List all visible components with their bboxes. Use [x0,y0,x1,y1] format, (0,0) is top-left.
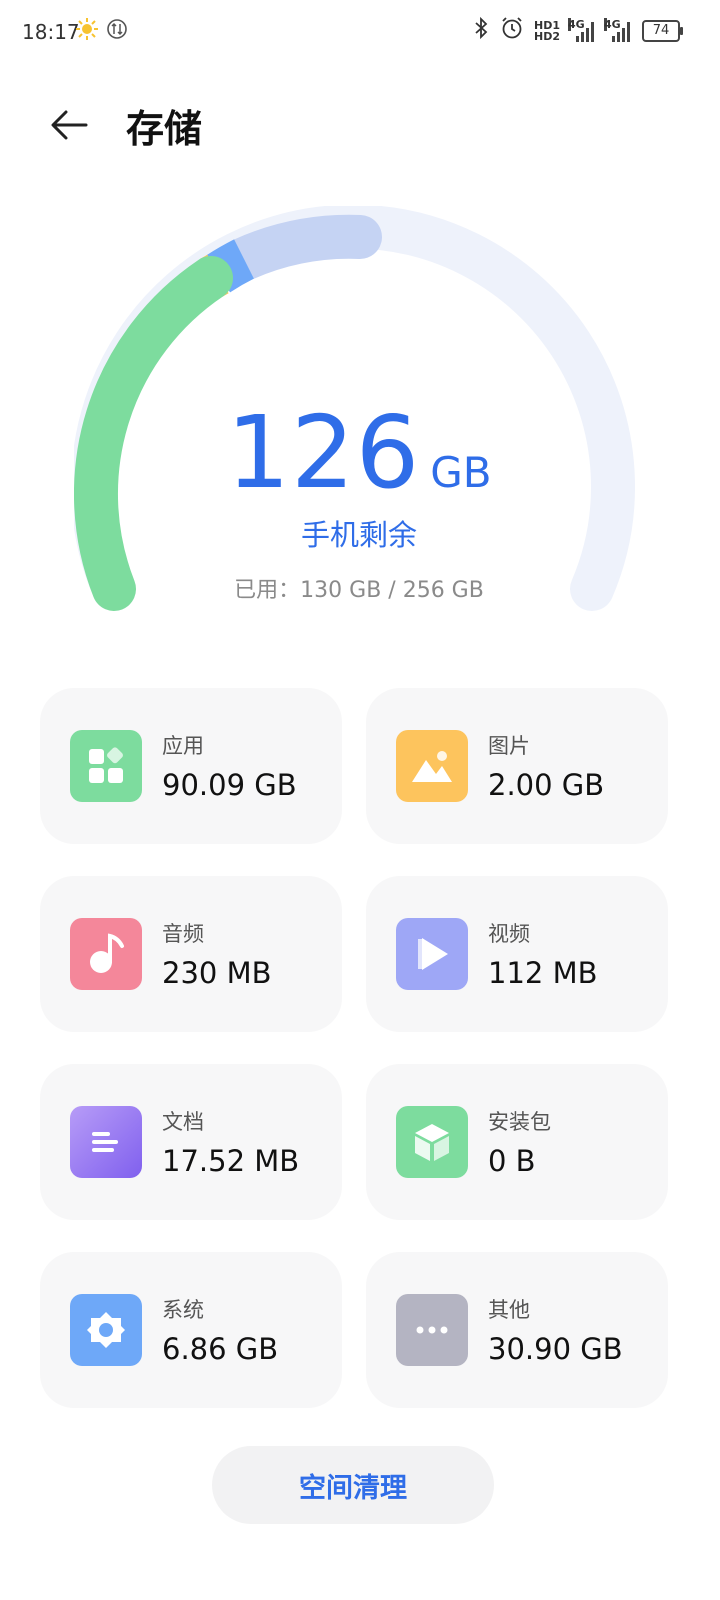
category-name: 系统 [162,1298,204,1322]
category-size: 0 B [488,1144,536,1178]
category-size: 112 MB [488,956,598,990]
free-space-number: 126 [226,394,421,511]
category-size: 2.00 GB [488,768,605,802]
music-icon [70,918,142,990]
alarm-icon [500,16,524,45]
category-card-images[interactable]: 图片 2.00 GB [366,688,668,844]
category-card-packages[interactable]: 安装包 0 B [366,1064,668,1220]
category-card-audio[interactable]: 音频 230 MB [40,876,342,1032]
category-size: 6.86 GB [162,1332,279,1366]
signal-icon: 4G [568,17,596,42]
category-name: 视频 [488,922,530,946]
free-space-value: 126 GB [74,394,644,511]
category-card-other[interactable]: 其他 30.90 GB [366,1252,668,1408]
sun-icon [76,18,98,45]
free-space-label: 手机剩余 [300,518,417,552]
status-time: 18:17 [22,20,80,44]
video-icon [396,918,468,990]
battery-icon: 74 [642,19,683,42]
system-gear-icon [70,1294,142,1366]
bluetooth-icon [472,16,490,45]
gauge-segment-other [220,214,382,282]
category-name: 其他 [488,1298,530,1322]
category-size: 90.09 GB [162,768,297,802]
category-name: 音频 [162,922,204,946]
storage-gauge: 126 GB 手机剩余 已用：130 GB / 256 GB [74,206,644,626]
image-icon [396,730,468,802]
signal-icon-2: 4G [604,17,632,42]
clean-storage-button[interactable]: 空间清理 [212,1446,494,1524]
category-name: 图片 [488,734,530,758]
page-title: 存储 [126,107,203,151]
hd-indicator: HD1 HD2 [534,18,560,43]
free-space-unit: GB [430,448,492,497]
category-name: 安装包 [488,1110,551,1134]
category-size: 230 MB [162,956,272,990]
package-icon [396,1106,468,1178]
back-arrow-icon [51,110,88,140]
data-transfer-icon [106,18,128,45]
category-card-system[interactable]: 系统 6.86 GB [40,1252,342,1408]
used-space-label: 已用：130 GB / 256 GB [234,578,484,603]
apps-icon [70,730,142,802]
document-icon [70,1106,142,1178]
more-icon [396,1294,468,1366]
back-button[interactable] [46,100,96,150]
category-size: 30.90 GB [488,1332,623,1366]
header: 存储 [0,90,720,160]
status-bar: 18:17 HD1 HD2 4G 4G 74 [0,0,720,64]
category-name: 文档 [162,1110,204,1134]
category-card-apps[interactable]: 应用 90.09 GB [40,688,342,844]
category-size: 17.52 MB [162,1144,300,1178]
category-card-documents[interactable]: 文档 17.52 MB [40,1064,342,1220]
category-card-video[interactable]: 视频 112 MB [366,876,668,1032]
category-name: 应用 [162,734,204,758]
